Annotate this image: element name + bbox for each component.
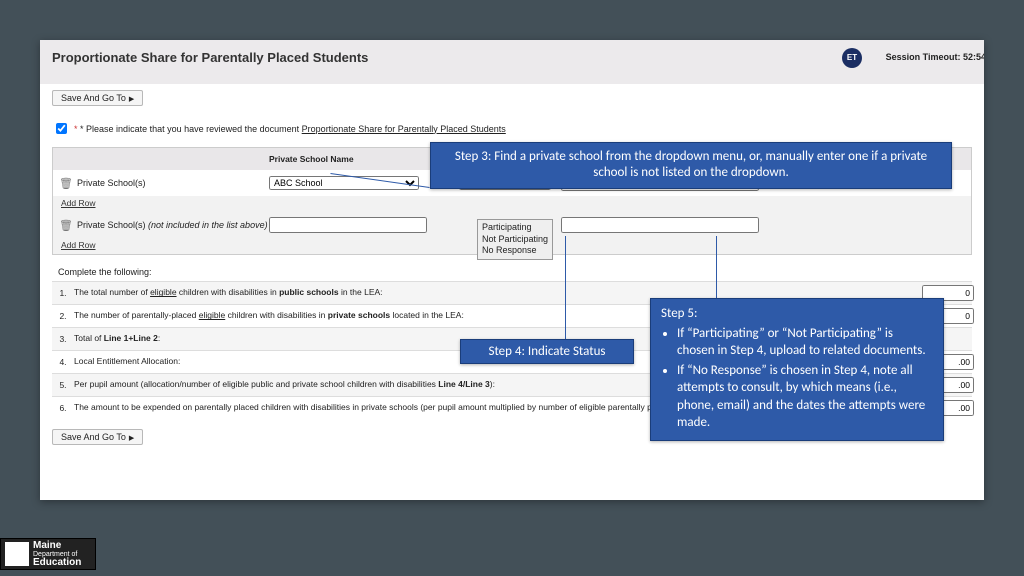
- leader-line: [716, 236, 717, 298]
- review-checkbox[interactable]: [56, 123, 67, 134]
- leader-line: [565, 236, 566, 340]
- row-label-private-schools: Private School(s): [77, 178, 146, 188]
- save-button-label: Save And Go To: [61, 93, 126, 103]
- header-band: Proportionate Share for Parentally Place…: [40, 40, 984, 84]
- add-row-link-1[interactable]: Add Row: [53, 196, 971, 212]
- status-dropdown-options[interactable]: Participating Not Participating No Respo…: [477, 219, 553, 260]
- save-and-go-button-top[interactable]: Save And Go To▶: [52, 90, 143, 106]
- callout-step-5: Step 5: If “Participating” or “Not Parti…: [650, 298, 944, 441]
- callout-step-5-bullet-2: If “No Response” is chosen in Step 4, no…: [677, 362, 933, 432]
- review-label-text: * Please indicate that you have reviewed…: [80, 124, 302, 134]
- callout-step-4: Step 4: Indicate Status: [460, 339, 634, 364]
- chevron-right-icon: ▶: [129, 96, 134, 103]
- private-school-manual-input[interactable]: [269, 217, 427, 233]
- row-label-not-listed: Private School(s): [77, 220, 148, 230]
- row-label-not-listed-note: (not included in the list above): [148, 220, 268, 230]
- save-and-go-button-bottom[interactable]: Save And Go To▶: [52, 429, 143, 445]
- logo-mark: [5, 542, 29, 566]
- review-doc-link[interactable]: Proportionate Share for Parentally Place…: [302, 124, 506, 134]
- trash-icon[interactable]: 🗑: [59, 177, 73, 190]
- required-star: *: [74, 124, 78, 134]
- review-checkbox-row[interactable]: * * Please indicate that you have review…: [52, 120, 972, 137]
- callout-step-5-bullet-1: If “Participating” or “Not Participating…: [677, 325, 933, 360]
- complete-title: Complete the following:: [52, 263, 972, 281]
- chevron-right-icon: ▶: [129, 435, 134, 442]
- callout-step-3: Step 3: Find a private school from the d…: [430, 142, 952, 189]
- session-timeout: Session Timeout: 52:54: [886, 52, 984, 62]
- callout-step-5-title: Step 5:: [661, 305, 933, 323]
- maine-doe-logo: MaineDepartment ofEducation: [0, 538, 96, 570]
- trash-icon[interactable]: 🗑: [59, 219, 73, 232]
- avatar[interactable]: ET: [842, 48, 862, 68]
- comments-input-2[interactable]: [561, 217, 759, 233]
